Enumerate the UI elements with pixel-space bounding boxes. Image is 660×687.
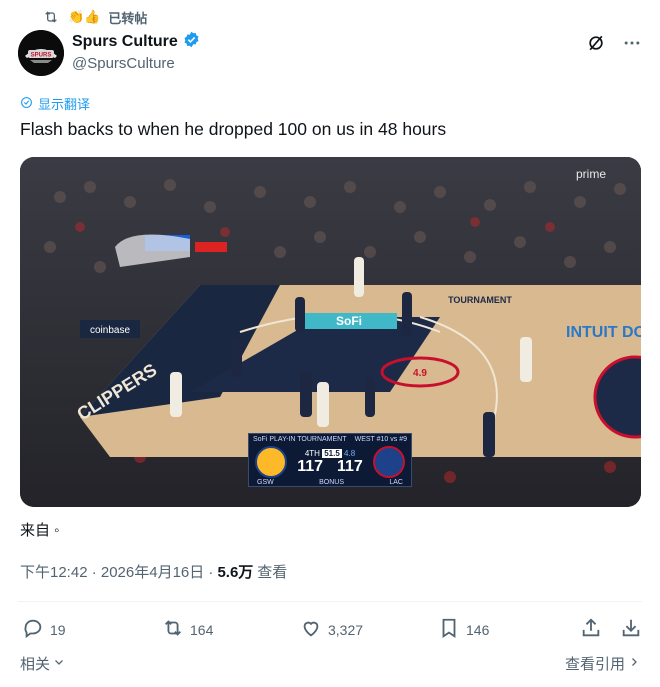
repost-emoji: 👏👍 bbox=[68, 9, 101, 24]
reply-button[interactable]: 19 bbox=[22, 617, 162, 642]
repost-count: 164 bbox=[190, 621, 214, 638]
away-team-abbr: LAC bbox=[389, 479, 403, 486]
scoreboard-event: SoFi PLAY-IN TOURNAMENT bbox=[253, 436, 347, 443]
court-tournament-text: TOURNAMENT bbox=[448, 295, 512, 305]
court-sofi-text: SoFi bbox=[336, 314, 362, 328]
reply-icon bbox=[22, 617, 44, 642]
bookmark-icon bbox=[438, 617, 460, 642]
views-count: 5.6万 bbox=[217, 564, 254, 581]
translate-icon bbox=[20, 96, 33, 112]
author-name-text[interactable]: Spurs Culture bbox=[72, 33, 178, 51]
bookmark-button[interactable]: 146 bbox=[438, 617, 568, 642]
court-coinbase-text: coinbase bbox=[90, 325, 130, 336]
lac-logo-icon bbox=[373, 446, 405, 478]
like-button[interactable]: 3,327 bbox=[300, 617, 438, 642]
away-score: 117 bbox=[337, 457, 363, 475]
views-label: 查看 bbox=[257, 564, 288, 581]
repost-action-icon bbox=[162, 617, 184, 642]
broadcast-logo-text: prime bbox=[576, 167, 606, 181]
related-link[interactable]: 相关 bbox=[20, 653, 65, 674]
chevron-right-icon bbox=[628, 655, 640, 672]
repost-button[interactable]: 164 bbox=[162, 617, 300, 642]
court-number-text: 4.9 bbox=[413, 368, 427, 379]
author-name[interactable]: Spurs Culture bbox=[72, 31, 200, 53]
more-options-icon[interactable] bbox=[622, 33, 642, 58]
bookmark-count: 146 bbox=[466, 621, 490, 638]
heart-icon bbox=[300, 617, 322, 642]
translate-label[interactable]: 显示翻译 bbox=[38, 94, 90, 113]
repost-header: 👏👍 已转帖 bbox=[42, 6, 147, 28]
timestamp[interactable]: 下午12:42 · 2026年4月16日 · bbox=[20, 561, 213, 582]
related-label[interactable]: 相关 bbox=[20, 653, 50, 674]
tweet-text: Flash backs to when he dropped 100 on us… bbox=[20, 119, 447, 139]
author-handle[interactable]: @SpursCulture bbox=[72, 55, 175, 72]
divider bbox=[18, 601, 642, 602]
view-quotes-link[interactable]: 查看引用 bbox=[565, 653, 640, 674]
repost-label: 已转帖 bbox=[108, 10, 148, 26]
chevron-down-icon bbox=[53, 655, 65, 672]
repost-icon bbox=[42, 8, 60, 26]
share-group bbox=[580, 617, 642, 642]
tweet-meta: 下午12:42 · 2026年4月16日 · 5.6万 查看 bbox=[20, 561, 287, 582]
download-icon[interactable] bbox=[620, 617, 642, 642]
bonus-label: BONUS bbox=[319, 479, 344, 486]
view-quotes-label[interactable]: 查看引用 bbox=[565, 653, 625, 674]
show-translation-link[interactable]: 显示翻译 bbox=[20, 94, 90, 113]
gsw-logo-icon bbox=[255, 446, 287, 478]
share-icon[interactable] bbox=[580, 617, 602, 642]
like-count: 3,327 bbox=[328, 621, 364, 638]
scoreboard-matchup: WEST #10 vs #9 bbox=[354, 436, 407, 443]
tweet-video[interactable]: SoFi INTUIT DOME TOURNAMENT 4.9 CLIPPERS… bbox=[20, 157, 641, 507]
avatar[interactable]: SPURS bbox=[18, 30, 64, 76]
home-team-abbr: GSW bbox=[257, 479, 274, 486]
grok-icon[interactable] bbox=[586, 33, 606, 58]
reply-count: 19 bbox=[50, 621, 66, 638]
scoreboard: SoFi PLAY-IN TOURNAMENT WEST #10 vs #9 4… bbox=[248, 433, 412, 487]
court-intuit-text: INTUIT DOME bbox=[566, 324, 641, 341]
avatar-logo-text: SPURS bbox=[31, 53, 52, 59]
home-score: 117 bbox=[297, 457, 323, 475]
tweet-top-actions bbox=[586, 33, 642, 58]
game-clock: 4TH 51.5 4.8 bbox=[304, 448, 356, 458]
source-label[interactable]: 来自 ◦ bbox=[20, 519, 60, 540]
action-bar: 19 164 3,327 146 bbox=[22, 617, 642, 642]
verified-badge-icon bbox=[183, 31, 200, 53]
